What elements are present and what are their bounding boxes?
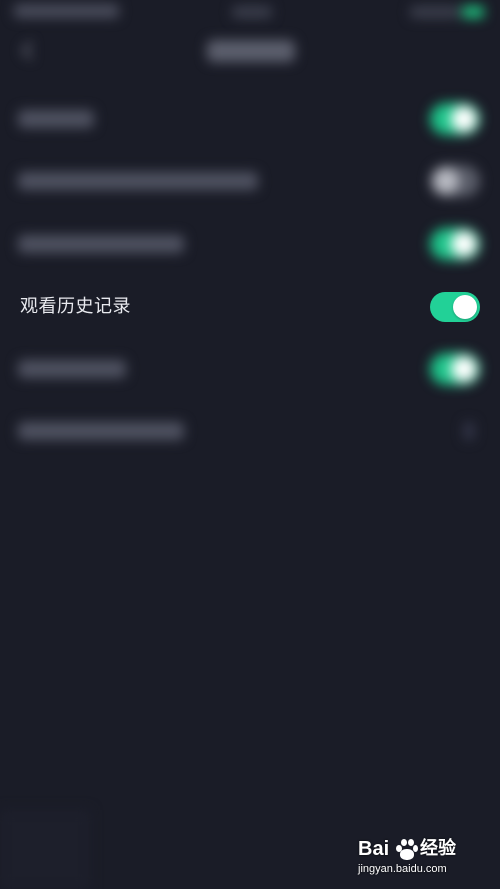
navigation-bar (0, 28, 500, 78)
settings-row-label (18, 360, 126, 378)
settings-toggle[interactable] (430, 103, 480, 135)
watch-history-label: 观看历史记录 (20, 296, 131, 317)
settings-toggle[interactable] (430, 353, 480, 385)
battery-icon (462, 6, 484, 18)
status-bar (0, 0, 500, 28)
status-bar-time (232, 6, 272, 18)
watermark-brand: Bai (358, 838, 390, 860)
status-bar-carrier (14, 4, 119, 18)
watch-history-row[interactable]: 观看历史记录 (0, 276, 500, 338)
bottom-shadow (0, 810, 90, 889)
settings-row-label (18, 110, 94, 128)
toggle-knob (433, 168, 459, 194)
chevron-right-icon (464, 422, 474, 440)
toggle-knob (453, 295, 477, 319)
baidu-jingyan-watermark: Bai 经验 jingyan.baidu.com (358, 835, 488, 881)
settings-toggle[interactable] (430, 228, 480, 260)
settings-row-label (18, 422, 184, 440)
settings-toggle[interactable] (430, 165, 480, 197)
settings-row[interactable] (0, 213, 500, 275)
status-bar-indicators (410, 6, 460, 18)
page-title (207, 40, 295, 62)
toggle-knob (451, 356, 477, 382)
settings-screen: 观看历史记录 Bai 经验 jingyan.baidu.com (0, 0, 500, 889)
watermark-url: jingyan.baidu.com (358, 863, 447, 875)
toggle-knob (451, 106, 477, 132)
settings-row-label (18, 172, 258, 190)
settings-row[interactable] (0, 88, 500, 150)
settings-row-label (18, 235, 184, 253)
toggle-knob (451, 231, 477, 257)
settings-row[interactable] (0, 400, 500, 462)
settings-row[interactable] (0, 338, 500, 400)
watch-history-toggle[interactable] (430, 292, 480, 322)
settings-row[interactable] (0, 150, 500, 212)
baidu-paw-icon (394, 837, 418, 861)
watermark-jingyan: 经验 (420, 838, 456, 859)
back-arrow-icon[interactable] (18, 42, 36, 60)
